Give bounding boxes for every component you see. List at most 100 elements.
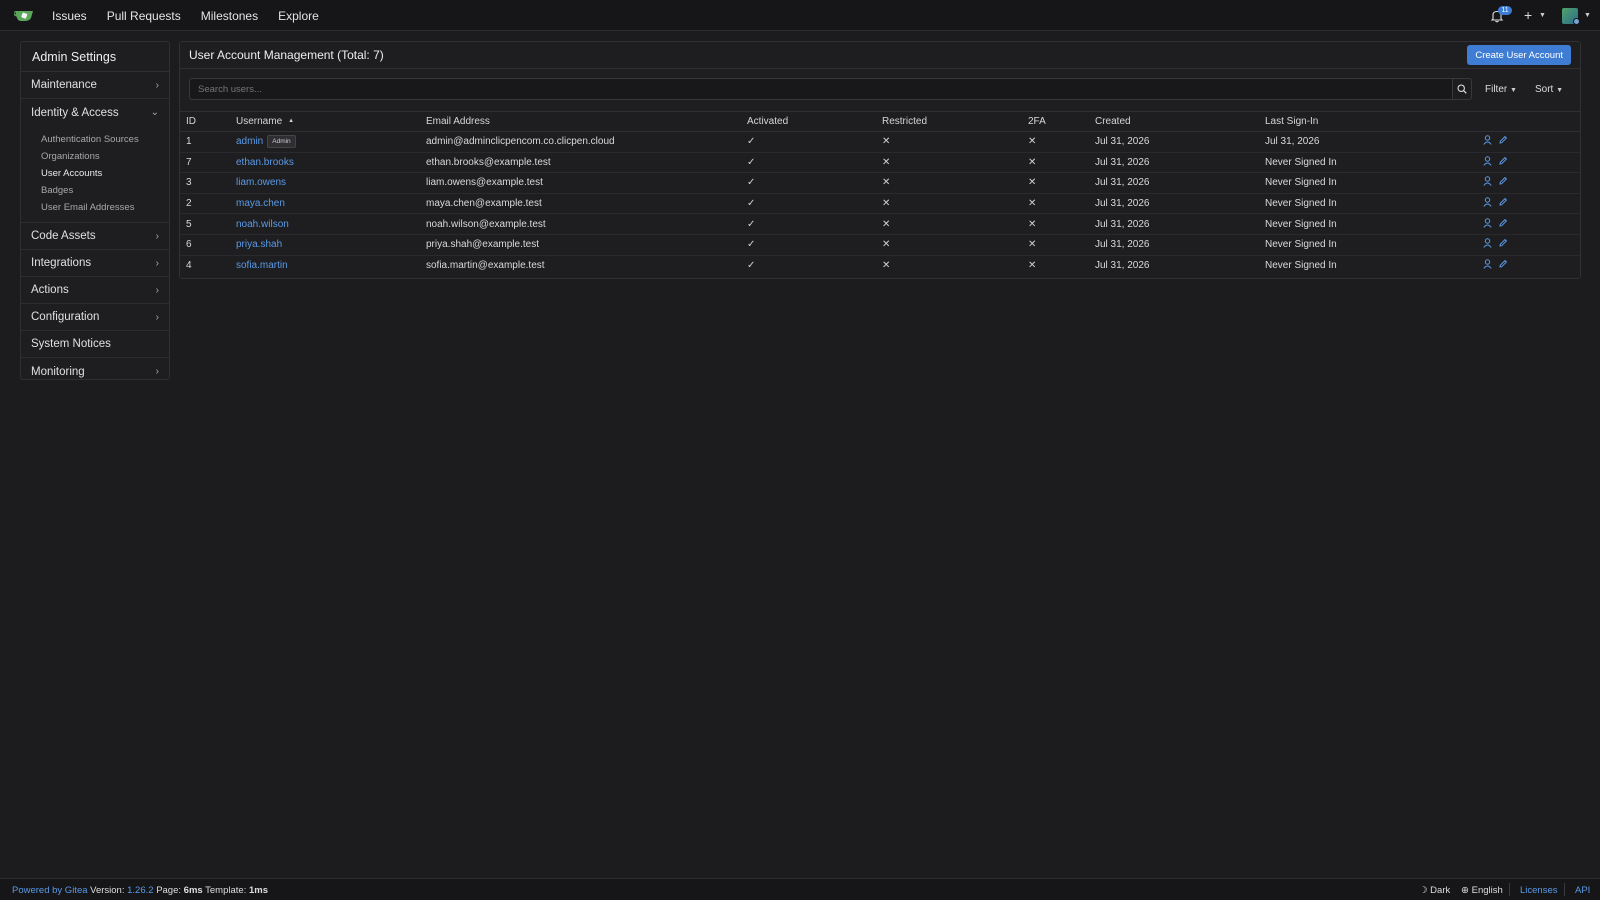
column-header-activated[interactable]: Activated: [747, 111, 882, 132]
create-user-account-button[interactable]: Create User Account: [1467, 45, 1571, 65]
username-link[interactable]: maya.chen: [236, 198, 285, 209]
column-header-username[interactable]: Username ▲: [236, 111, 426, 132]
sidebar-item-label: Code Assets: [31, 230, 96, 242]
sidebar-subitem-user-email-addresses[interactable]: User Email Addresses: [21, 199, 169, 216]
impersonate-user-icon[interactable]: [1483, 197, 1492, 210]
username-link[interactable]: priya.shah: [236, 239, 282, 250]
cell-email: sofia.martin@example.test: [426, 260, 545, 272]
column-header-label: Username: [236, 116, 283, 127]
impersonate-user-icon[interactable]: [1483, 259, 1492, 272]
sidebar-item-label: Monitoring: [31, 365, 85, 378]
nav-explore[interactable]: Explore: [278, 9, 319, 23]
sidebar-subitem-organizations[interactable]: Organizations: [21, 148, 169, 165]
sort-dropdown[interactable]: Sort ▼: [1535, 84, 1563, 95]
sidebar-item-integrations[interactable]: Integrations ›: [21, 250, 169, 277]
cell-username: priya.shah: [236, 234, 426, 256]
column-header-email[interactable]: Email Address: [426, 111, 747, 132]
x-icon: ✕: [1028, 239, 1037, 251]
nav-issues[interactable]: Issues: [52, 9, 87, 23]
api-link[interactable]: API: [1575, 885, 1590, 896]
username-link[interactable]: noah.wilson: [236, 219, 289, 230]
cell-actions: [1483, 213, 1580, 235]
sidebar-item-identity-access[interactable]: Identity & Access ⌄: [21, 99, 169, 126]
globe-icon: ⊕: [1461, 885, 1469, 896]
cell-restricted: ✕: [882, 255, 1028, 276]
admin-badge: Admin: [267, 135, 296, 149]
column-header-id[interactable]: ID: [180, 111, 236, 132]
impersonate-user-icon[interactable]: [1483, 217, 1492, 231]
cell-activated: ✓: [747, 213, 882, 235]
gitea-logo-icon[interactable]: [14, 8, 34, 22]
sidebar-item-system-notices[interactable]: System Notices: [21, 331, 169, 358]
create-new-button[interactable]: +: [1524, 8, 1532, 22]
nav-milestones[interactable]: Milestones: [201, 9, 258, 23]
cell-id: 7: [180, 152, 236, 174]
sidebar-subitem-authentication-sources[interactable]: Authentication Sources: [21, 131, 169, 148]
page-footer: Powered by Gitea Version: 1.26.2 Page: 6…: [0, 878, 1600, 900]
cell-created: Jul 31, 2026: [1095, 172, 1265, 194]
cell-email: priya.shah@example.test: [426, 234, 747, 256]
edit-pencil-icon[interactable]: [1498, 156, 1508, 169]
cell-activated: ✓: [747, 193, 882, 215]
edit-pencil-icon[interactable]: [1498, 176, 1508, 189]
sidebar-item-actions[interactable]: Actions ›: [21, 277, 169, 304]
users-table: ID Username ▲ Email Address Activated Res…: [180, 111, 1580, 276]
edit-pencil-icon[interactable]: [1498, 238, 1508, 251]
sidebar-item-monitoring[interactable]: Monitoring ›: [21, 358, 169, 385]
sidebar-item-code-assets[interactable]: Code Assets ›: [21, 223, 169, 250]
x-icon: ✕: [1028, 218, 1037, 230]
sidebar-subitem-badges[interactable]: Badges: [21, 182, 169, 199]
notification-count-badge: 11: [1498, 6, 1512, 15]
version-link[interactable]: 1.26.2: [127, 885, 153, 896]
cell-last-sign-in: Never Signed In: [1265, 234, 1483, 256]
edit-pencil-icon[interactable]: [1498, 218, 1508, 231]
sidebar-item-configuration[interactable]: Configuration ›: [21, 304, 169, 331]
filter-dropdown[interactable]: Filter ▼: [1485, 84, 1517, 95]
impersonate-user-icon[interactable]: [1483, 238, 1492, 251]
cell-actions: [1483, 234, 1580, 256]
sidebar-item-maintenance[interactable]: Maintenance ›: [21, 72, 169, 99]
search-input[interactable]: [189, 78, 1453, 100]
search-toolbar: Filter ▼ Sort ▼: [180, 69, 1580, 111]
column-header-created[interactable]: Created: [1095, 111, 1265, 132]
column-header-2fa[interactable]: 2FA: [1028, 111, 1095, 132]
username-link[interactable]: liam.owens: [236, 177, 286, 188]
filter-label: Filter: [1485, 84, 1508, 95]
impersonate-user-icon[interactable]: [1483, 156, 1492, 169]
sidebar-subitem-user-accounts[interactable]: User Accounts: [21, 165, 169, 182]
cell-email: ethan.brooks@example.test: [426, 152, 747, 174]
edit-pencil-icon[interactable]: [1498, 197, 1508, 210]
sidebar-title: Admin Settings: [21, 42, 169, 72]
cell-username: ethan.brooks: [236, 152, 426, 174]
username-link[interactable]: ethan.brooks: [236, 157, 294, 168]
theme-switcher[interactable]: ☽ Dark: [1419, 885, 1450, 896]
nav-pull-requests[interactable]: Pull Requests: [107, 9, 181, 23]
x-icon: ✕: [882, 156, 891, 168]
cell-actions: [1483, 255, 1580, 276]
cell-email: maya.chen@example.test: [426, 193, 747, 215]
username-link[interactable]: admin: [236, 136, 263, 147]
cell-2fa: ✕: [1028, 213, 1095, 235]
language-switcher[interactable]: ⊕ English: [1461, 885, 1503, 896]
impersonate-user-icon[interactable]: [1483, 176, 1492, 189]
search-button[interactable]: [1453, 78, 1472, 100]
username-link[interactable]: sofia.martin: [236, 260, 288, 271]
column-header-restricted[interactable]: Restricted: [882, 111, 1028, 132]
cell-2fa: ✕: [1028, 131, 1095, 153]
avatar-status-icon: [1573, 18, 1580, 25]
edit-pencil-icon[interactable]: [1498, 259, 1508, 272]
cell-id: 1: [180, 131, 236, 153]
version-label: Version:: [90, 885, 125, 896]
footer-divider: [1509, 883, 1510, 896]
admin-sidebar: Admin Settings Maintenance › Identity & …: [20, 41, 170, 380]
edit-pencil-icon[interactable]: [1498, 135, 1508, 148]
sidebar-item-label: Identity & Access: [31, 106, 119, 119]
table-row: 5 noah.wilson noah.wilson@example.test ✓ ✕ ✕ J…: [180, 213, 1580, 235]
page-time-value: 6ms: [183, 885, 203, 896]
column-header-last-sign-in[interactable]: Last Sign-In: [1265, 111, 1483, 132]
licenses-link[interactable]: Licenses: [1520, 885, 1558, 896]
powered-by-link[interactable]: Powered by Gitea: [12, 885, 88, 896]
cell-restricted: ✕: [882, 131, 1028, 153]
cell-2fa: ✕: [1028, 193, 1095, 215]
impersonate-user-icon[interactable]: [1483, 135, 1492, 148]
